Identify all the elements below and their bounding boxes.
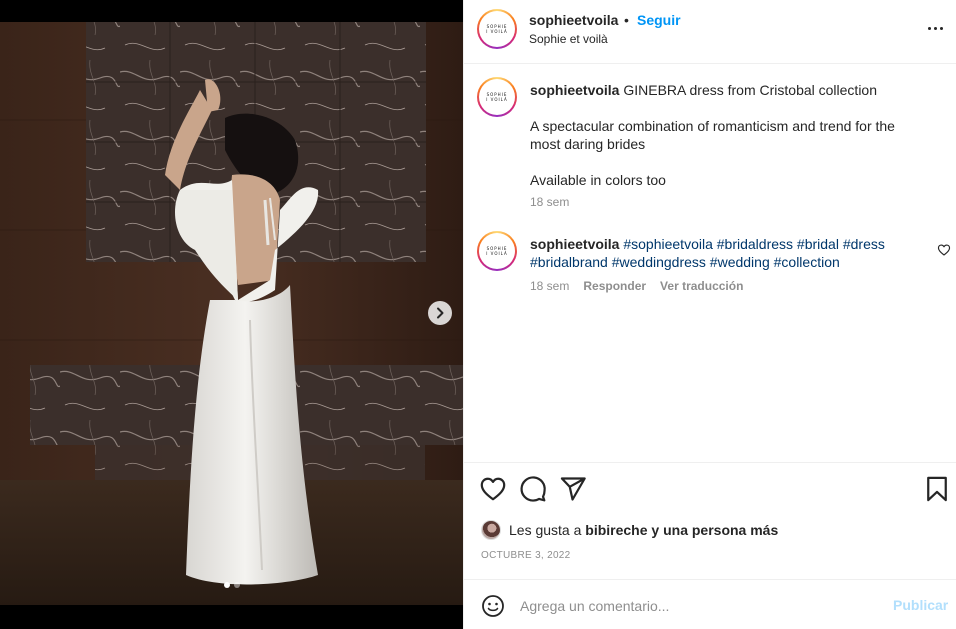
carousel-indicator bbox=[0, 582, 463, 588]
post-side-panel: SOPHIE I VOILÀ sophieetvoila • Seguir Sop… bbox=[463, 0, 956, 629]
caption-time[interactable]: 18 sem bbox=[530, 195, 569, 209]
publish-button[interactable]: Publicar bbox=[893, 597, 948, 613]
hashtag[interactable]: #collection bbox=[774, 254, 840, 270]
carousel-dot bbox=[233, 582, 240, 588]
caption-line-2: A spectacular combination of romanticism… bbox=[530, 118, 895, 152]
caption-title: GINEBRA dress from Cristobal collection bbox=[623, 82, 877, 98]
brand-logo: SOPHIE I VOILÀ bbox=[481, 81, 513, 113]
chevron-right-icon bbox=[437, 307, 444, 319]
hashtag[interactable]: #sophieetvoila bbox=[623, 236, 713, 252]
more-options-icon[interactable] bbox=[923, 18, 947, 38]
comment-like-heart-icon[interactable] bbox=[937, 243, 951, 257]
liker-username[interactable]: bibireche bbox=[585, 522, 647, 538]
hashtag[interactable]: #bridal bbox=[797, 236, 839, 252]
likes-summary: Les gusta a bibireche y una persona más bbox=[481, 520, 778, 540]
post-header: SOPHIE I VOILÀ sophieetvoila • Seguir Sop… bbox=[464, 0, 956, 64]
avatar[interactable]: SOPHIE I VOILÀ bbox=[477, 9, 517, 49]
share-send-icon[interactable] bbox=[559, 475, 587, 503]
likes-others[interactable]: y una persona más bbox=[651, 522, 778, 538]
caption-line-1: sophieetvoila GINEBRA dress from Cristob… bbox=[530, 81, 930, 99]
carousel-next-button[interactable] bbox=[428, 301, 452, 325]
comment-input[interactable] bbox=[520, 594, 880, 618]
brand-logo: SOPHIE I VOILÀ bbox=[481, 235, 513, 267]
emoji-icon[interactable] bbox=[481, 594, 505, 618]
comment-avatar[interactable]: SOPHIE I VOILÀ bbox=[477, 231, 517, 271]
reply-button[interactable]: Responder bbox=[583, 279, 646, 293]
comment-meta: 18 sem Responder Ver traducción bbox=[530, 279, 743, 293]
hashtag[interactable]: #dress bbox=[843, 236, 885, 252]
caption-line-3: Available in colors too bbox=[530, 172, 666, 188]
header-username[interactable]: sophieetvoila bbox=[529, 12, 618, 28]
hashtag[interactable]: #bridalbrand bbox=[530, 254, 608, 270]
see-translation-button[interactable]: Ver traducción bbox=[660, 279, 743, 293]
hashtag-comment: sophieetvoila #sophieetvoila #bridaldres… bbox=[530, 235, 910, 271]
comment-composer: Publicar bbox=[464, 579, 956, 629]
bookmark-icon[interactable] bbox=[923, 475, 951, 503]
brand-logo: SOPHIE I VOILÀ bbox=[481, 13, 513, 45]
hashtag[interactable]: #wedding bbox=[710, 254, 770, 270]
separator-bullet: • bbox=[624, 12, 629, 28]
caption-avatar[interactable]: SOPHIE I VOILÀ bbox=[477, 77, 517, 117]
post-date[interactable]: OCTUBRE 3, 2022 bbox=[481, 550, 571, 561]
follow-button[interactable]: Seguir bbox=[637, 12, 681, 28]
comment-username[interactable]: sophieetvoila bbox=[530, 236, 619, 252]
hashtag[interactable]: #bridaldress bbox=[717, 236, 793, 252]
caption-username[interactable]: sophieetvoila bbox=[530, 82, 619, 98]
comment-time[interactable]: 18 sem bbox=[530, 279, 569, 293]
liker-avatar[interactable] bbox=[481, 520, 501, 540]
post-photo bbox=[0, 0, 463, 629]
carousel-dot-active bbox=[223, 582, 230, 588]
like-heart-icon[interactable] bbox=[479, 475, 507, 503]
header-subtitle[interactable]: Sophie et voilà bbox=[529, 32, 608, 46]
post-media bbox=[0, 0, 463, 629]
hashtag[interactable]: #weddingdress bbox=[612, 254, 706, 270]
actions-divider bbox=[464, 462, 956, 463]
likes-prefix: Les gusta a bbox=[509, 522, 582, 538]
comment-bubble-icon[interactable] bbox=[519, 475, 547, 503]
